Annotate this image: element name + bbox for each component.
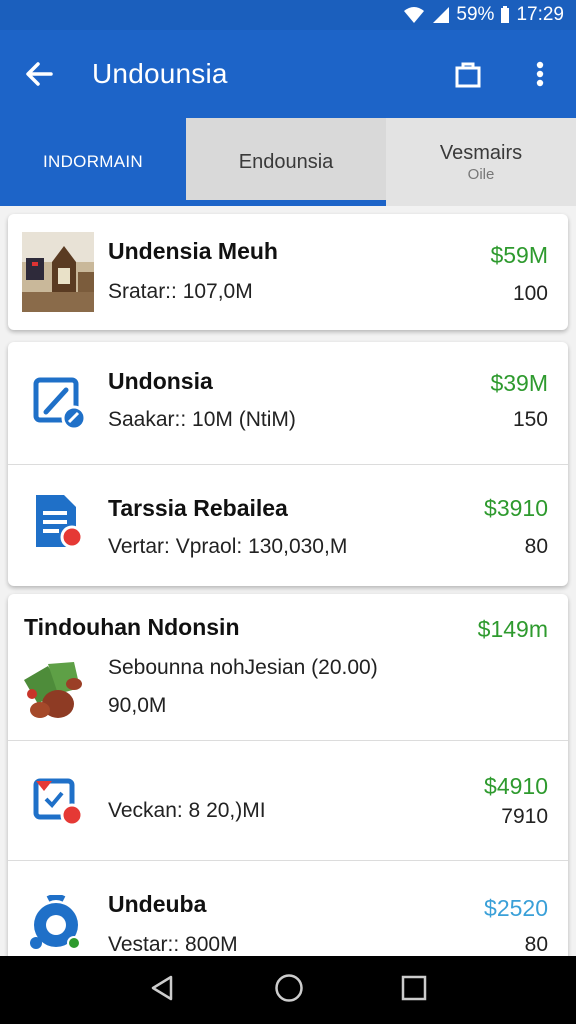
more-vert-icon — [536, 61, 544, 87]
signal-icon — [432, 6, 450, 24]
tab-label: Vesmairs — [439, 141, 523, 164]
item-name: Undonsia — [108, 368, 213, 394]
list-card: Undonsia Saakar:: 10M (NtiM) $39M 150 Ta… — [8, 342, 568, 586]
item-price: $4910 — [484, 773, 548, 799]
list-card: Undensia Meuh Sratar:: 107,0M $59M 100 — [8, 214, 568, 330]
wifi-icon — [402, 5, 426, 25]
chrome-circle-icon — [22, 885, 94, 956]
back-button[interactable] — [0, 30, 78, 118]
item-quantity: 100 — [512, 282, 548, 305]
circle-home-icon — [275, 973, 303, 1002]
item-subtitle: Vestar:: 800M — [108, 933, 238, 956]
item-name: Undensia Meuh — [108, 238, 278, 264]
item-quantity: 80 — [524, 535, 548, 558]
battery-icon — [500, 6, 510, 24]
status-bar: 59% 17:29 — [0, 0, 576, 30]
list-item[interactable]: Tarssia Rebailea Vertar: Vpraol: 130,030… — [8, 464, 568, 586]
square-recents-icon — [402, 975, 427, 1000]
tab-sublabel: Oile — [467, 165, 495, 183]
item-subtitle: Sratar:: 107,0M — [108, 280, 253, 303]
list-item[interactable]: Undeuba Vestar:: 800M $2520 80 — [8, 860, 568, 956]
list-card: Tindouhan Ndonsin $149m Sebounna nohJesi… — [8, 594, 568, 956]
item-price: $3910 — [484, 495, 548, 521]
tab-label: INDORMAIN — [43, 152, 143, 171]
calendar-check-icon — [22, 761, 94, 841]
list-item[interactable]: Tindouhan Ndonsin $149m Sebounna nohJesi… — [8, 594, 568, 740]
item-subtitle: Saakar:: 10M (NtiM) — [108, 408, 296, 431]
shopping-bag-icon — [455, 62, 481, 88]
system-nav-bar — [0, 956, 576, 1024]
item-price: $39M — [490, 370, 548, 396]
item-price: $59M — [490, 242, 548, 268]
triangle-back-icon — [151, 975, 172, 1000]
document-icon — [22, 481, 94, 561]
item-price: $2520 — [484, 895, 548, 921]
item-name: Undeuba — [108, 891, 207, 917]
food-photo-icon — [18, 650, 90, 730]
museum-photo-icon — [22, 232, 94, 312]
item-subtitle: Vertar: Vpraol: 130,030,M — [108, 535, 348, 558]
nav-home-button[interactable] — [274, 973, 304, 1008]
battery-percent: 59% — [456, 4, 495, 25]
item-quantity: 150 — [512, 408, 548, 431]
nav-recents-button[interactable] — [401, 975, 427, 1006]
tab-indormain[interactable]: INDORMAIN — [0, 118, 186, 206]
list-item[interactable]: Undonsia Saakar:: 10M (NtiM) $39M 150 — [8, 342, 568, 464]
item-name: Tindouhan Ndonsin — [24, 614, 240, 640]
item-list: Undensia Meuh Sratar:: 107,0M $59M 100 U… — [0, 206, 576, 956]
nav-back-button[interactable] — [149, 974, 177, 1007]
list-item[interactable]: Undensia Meuh Sratar:: 107,0M $59M 100 — [8, 214, 568, 330]
item-name: Tarssia Rebailea — [108, 495, 288, 521]
tab-label: Endounsia — [238, 150, 334, 173]
tab-bar: INDORMAIN Endounsia Vesmairs Oile — [0, 118, 576, 206]
edit-square-icon — [22, 362, 94, 442]
tab-vesmairs[interactable]: Vesmairs Oile — [386, 118, 576, 206]
item-subtitle-secondary: 90,0M — [108, 694, 167, 717]
app-bar: Undounsia — [0, 30, 576, 118]
list-item[interactable]: Veckan: 8 20,)MI $4910 7910 — [8, 740, 568, 860]
overflow-menu-button[interactable] — [504, 30, 576, 118]
item-subtitle: Veckan: 8 20,)MI — [108, 799, 266, 822]
clock-time: 17:29 — [516, 4, 564, 25]
tab-endounsia[interactable]: Endounsia — [186, 118, 386, 206]
item-quantity: 7910 — [501, 805, 548, 828]
item-subtitle: Sebounna nohJesian (20.00) — [108, 656, 378, 679]
item-price: $149m — [477, 616, 548, 642]
item-quantity: 80 — [524, 933, 548, 956]
arrow-left-icon — [26, 62, 53, 86]
page-title: Undounsia — [92, 58, 228, 89]
bag-button[interactable] — [432, 30, 504, 118]
